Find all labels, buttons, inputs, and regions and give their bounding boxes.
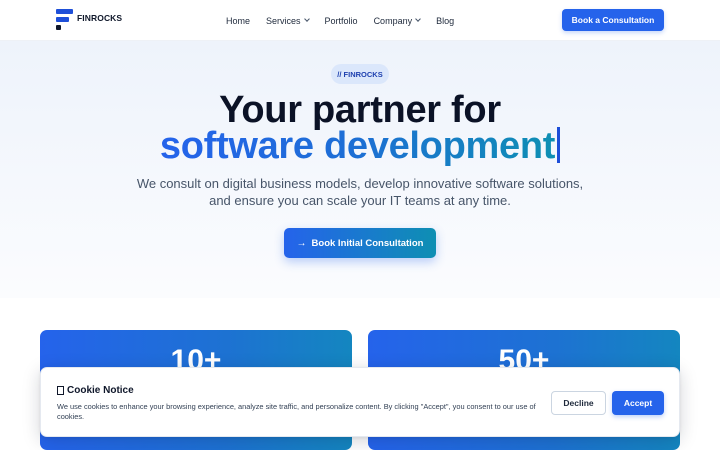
nav-item-portfolio[interactable]: Portfolio [325, 16, 358, 26]
nav-label: Blog [436, 15, 455, 26]
hero-title-gradient-text: software development [159, 125, 556, 167]
nav-label: Services [266, 15, 301, 26]
hero-badge: // FINROCKS [331, 64, 389, 84]
main-nav: Home Services Portfolio Company Blog [226, 0, 454, 41]
hero-section: // FINROCKS Your partner for software de… [0, 41, 720, 298]
decline-button[interactable]: Decline [551, 391, 606, 415]
nav-item-home[interactable]: Home [226, 16, 250, 26]
hero-title: Your partner for [219, 89, 501, 131]
nav-item-services[interactable]: Services [266, 15, 310, 26]
typing-caret-icon [557, 127, 561, 163]
cookie-title-text: Cookie Notice [67, 385, 134, 396]
cookie-icon [57, 386, 64, 395]
nav-label: Home [226, 15, 251, 26]
nav-item-company[interactable]: Company [374, 16, 421, 26]
site-header: FINROCKS Home Services Portfolio Company… [0, 0, 720, 41]
logo[interactable]: FINROCKS [56, 9, 122, 30]
chevron-down-icon [303, 16, 310, 22]
book-consultation-button[interactable]: Book a Consultation [562, 9, 664, 31]
logo-icon [56, 9, 73, 30]
hero-subtitle: We consult on digital business models, d… [136, 176, 584, 208]
chevron-down-icon [415, 16, 421, 22]
logo-text: FINROCKS [77, 12, 123, 23]
accept-button[interactable]: Accept [612, 391, 664, 415]
cta-label: Book Initial Consultation [311, 237, 424, 249]
cookie-notice: Cookie Notice We use cookies to enhance … [40, 367, 680, 437]
book-initial-consultation-button[interactable]: → Book Initial Consultation [284, 228, 436, 258]
nav-label: Company [373, 15, 413, 26]
cookie-title: Cookie Notice [57, 385, 134, 396]
nav-label: Portfolio [324, 15, 358, 26]
nav-item-blog[interactable]: Blog [436, 16, 454, 26]
hero-title-highlight: software development [0, 126, 720, 166]
cookie-text: We use cookies to enhance your browsing … [57, 402, 536, 421]
arrow-right-icon: → [296, 237, 307, 249]
